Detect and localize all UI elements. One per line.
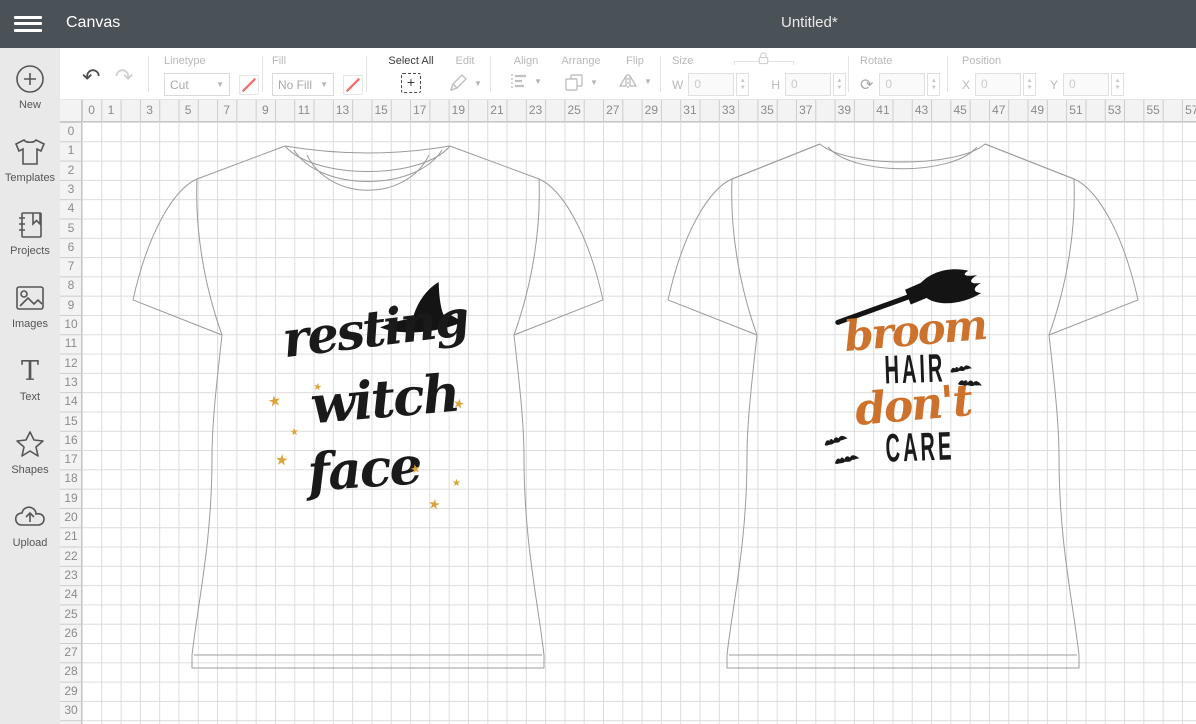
star-icon: ★ [290,428,300,439]
star-icon: ★ [427,496,442,512]
chevron-down-icon: ▼ [474,79,482,88]
y-label: Y [1050,78,1058,92]
sidebar-item-images[interactable]: Images [0,267,60,340]
bat-icon [957,374,983,394]
pencil-icon [448,73,468,93]
width-stepper[interactable]: ▲▼ [736,73,749,96]
tshirt-templates [82,122,1196,724]
linetype-select[interactable]: Cut▼ [164,73,230,96]
align-menu-button[interactable]: Align ▼ [502,55,550,89]
fill-select[interactable]: No Fill▼ [272,73,334,96]
plus-circle-icon [14,62,46,96]
page-title: Canvas [66,14,120,32]
star-icon: ★ [312,382,322,393]
star-icon: ★ [452,479,461,489]
rotate-input[interactable]: 0 [879,73,925,96]
mirror-triangles-icon [618,73,638,89]
sidebar-item-upload[interactable]: Upload [0,486,60,559]
sidebar-item-shapes[interactable]: Shapes [0,413,60,486]
position-label: Position [962,55,1124,67]
redo-button[interactable]: ↷ [115,64,133,89]
sidebar-item-templates[interactable]: Templates [0,121,60,194]
photo-icon [14,281,46,315]
x-stepper[interactable]: ▲▼ [1023,73,1036,96]
undo-button[interactable]: ↶ [82,64,100,89]
rotate-label: Rotate [860,55,940,67]
tshirt-icon [13,135,47,169]
app-window: Canvas Untitled* New Templates Projects [0,0,1196,724]
edit-toolbar: ↶ ↷ Linetype Cut▼ Fill No Fill▼ [60,48,1196,100]
arrange-menu-button[interactable]: Arrange ▼ [552,55,610,91]
document-title[interactable]: Untitled* [781,14,838,31]
ruler-horizontal: 0135791113151719212325272931333537394143… [82,100,1196,122]
star-icon: ★ [267,393,283,410]
rotate-arrow-icon: ⟳ [860,75,873,95]
width-input[interactable]: 0 [688,73,734,96]
sidebar-item-projects[interactable]: Projects [0,194,60,267]
width-label: W [672,78,683,92]
chevron-down-icon: ▼ [320,80,328,89]
y-input[interactable]: 0 [1063,73,1109,96]
align-lines-icon [510,73,528,89]
design-word: CARE [853,424,987,475]
lock-icon[interactable] [757,52,770,70]
linetype-label: Linetype [164,55,259,67]
x-input[interactable]: 0 [975,73,1021,96]
y-stepper[interactable]: ▲▼ [1111,73,1124,96]
rotate-stepper[interactable]: ▲▼ [927,73,940,96]
height-input[interactable]: 0 [785,73,831,96]
height-stepper[interactable]: ▲▼ [833,73,846,96]
x-label: X [962,78,970,92]
dashed-plus-icon: + [401,73,421,93]
linetype-color-swatch[interactable] [239,75,259,95]
ruler-vertical: 0123456789101112131415161718192021222324… [60,122,82,724]
height-label: H [771,78,780,92]
hamburger-menu-button[interactable] [14,12,48,36]
chevron-down-icon: ▼ [216,80,224,89]
cloud-upload-icon [13,500,47,534]
letter-t-icon: T [21,354,39,388]
star-outline-icon [14,427,46,461]
select-all-button[interactable]: Select All + [382,55,440,93]
layers-icon [564,73,584,91]
flip-menu-button[interactable]: Flip ▼ [612,55,658,89]
ruler-corner [60,100,82,122]
hamburger-icon [14,16,42,19]
fill-label: Fill [272,55,363,67]
design-canvas[interactable]: resting witch face ★★★★★★★★ broom HAIR d… [82,122,1196,724]
star-icon: ★ [274,452,289,468]
notebook-icon [15,208,45,242]
sidebar-item-new[interactable]: New [0,48,60,121]
chevron-down-icon: ▼ [534,77,542,86]
chevron-down-icon: ▼ [590,78,598,87]
edit-menu-button[interactable]: Edit ▼ [442,55,488,93]
chevron-down-icon: ▼ [644,77,652,86]
sidebar: New Templates Projects Images T Text [0,48,60,724]
star-icon: ★ [409,462,422,476]
sidebar-item-text[interactable]: T Text [0,340,60,413]
fill-color-swatch[interactable] [343,75,363,95]
header-bar: Canvas Untitled* [0,0,1196,48]
